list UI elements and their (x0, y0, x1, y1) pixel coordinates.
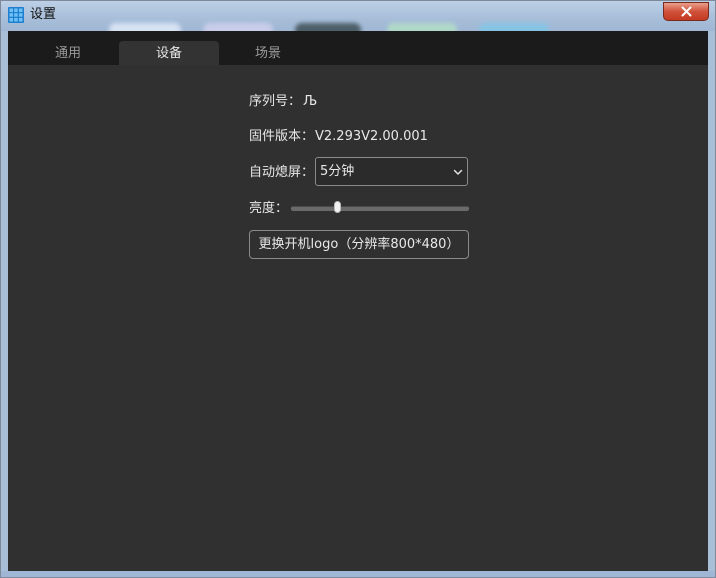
background-glow (295, 23, 361, 31)
change-boot-logo-button[interactable]: 更换开机logo（分辨率800*480） (249, 230, 469, 259)
window-border-bottom (1, 571, 715, 577)
close-icon (681, 6, 691, 17)
app-grid-icon (8, 7, 24, 23)
brightness-slider-thumb[interactable] (334, 201, 342, 213)
brightness-label: 亮度： (249, 201, 289, 216)
chevron-down-icon (453, 169, 463, 175)
window-title: 设置 (30, 7, 57, 22)
tab-general[interactable]: 通用 (18, 41, 118, 65)
tab-scene[interactable]: 场景 (218, 41, 318, 65)
title-bar[interactable]: 设置 (1, 1, 715, 31)
background-glow (387, 23, 457, 31)
background-glow (109, 23, 181, 31)
tab-bar: 通用 设备 场景 (8, 31, 708, 65)
firmware-value: V2.293V2.00.001 (315, 129, 428, 144)
auto-off-select[interactable]: 5分钟 (315, 157, 468, 186)
close-button[interactable] (663, 2, 709, 21)
tab-device[interactable]: 设备 (119, 41, 219, 65)
serial-value: Љ (303, 94, 318, 109)
window-border-right (708, 31, 715, 571)
auto-off-value: 5分钟 (320, 164, 355, 179)
settings-window: 设置 通用 设备 场景 序列号： Љ 固件版本： V2.293V2.00.001… (0, 0, 716, 578)
device-settings-panel: 序列号： Љ 固件版本： V2.293V2.00.001 自动熄屏： 5分钟 亮… (8, 65, 708, 571)
window-border-left (1, 31, 8, 571)
serial-label: 序列号： (249, 94, 302, 109)
background-glow (203, 23, 273, 31)
background-glow (479, 23, 549, 31)
auto-off-label: 自动熄屏： (249, 165, 315, 180)
firmware-label: 固件版本： (249, 129, 315, 144)
brightness-slider-track[interactable] (291, 206, 469, 211)
